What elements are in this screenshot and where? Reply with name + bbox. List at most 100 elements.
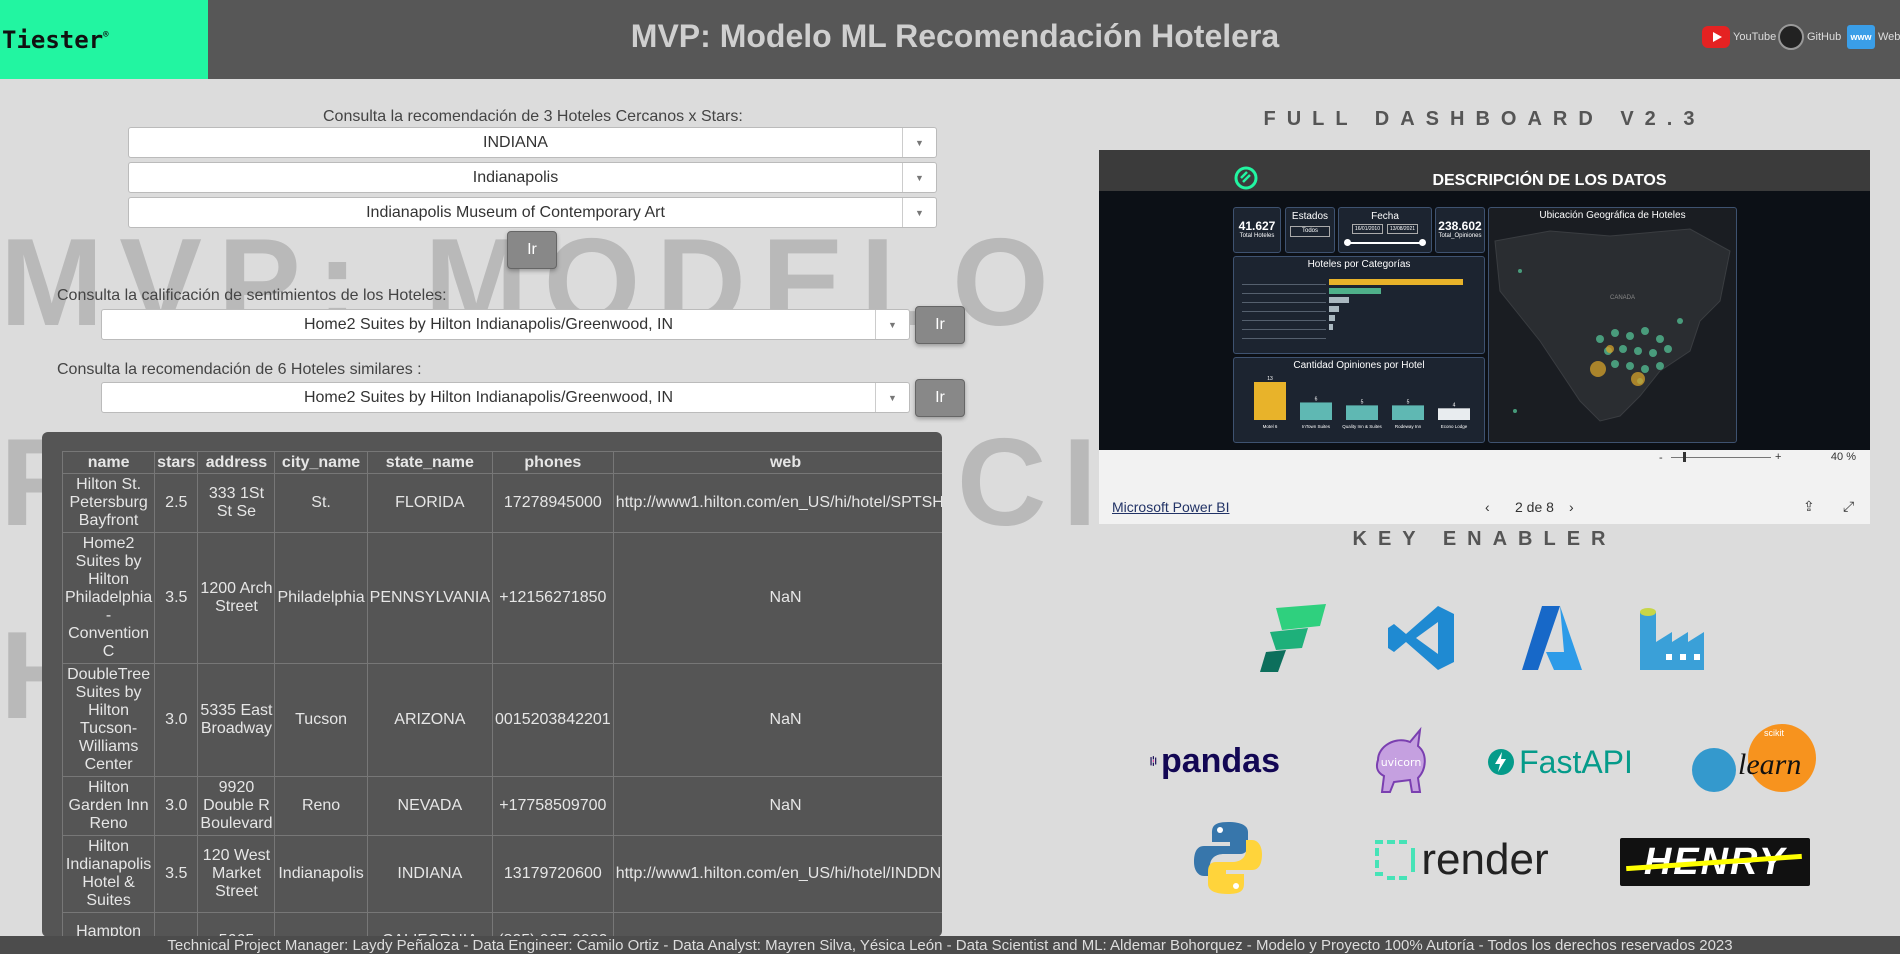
table-row: Hampton Inn Santa 5665 CALIFORNIA (805) … [61, 912, 942, 937]
share-icon[interactable]: ⇪ [1803, 498, 1815, 515]
map-label-canada: CANADA [1610, 295, 1635, 301]
powerbi-report[interactable]: DESCRIPCIÓN DE LOS DATOS 41.627 Total Ho… [1099, 150, 1870, 464]
chevron-down-icon[interactable]: ▼ [902, 128, 936, 157]
youtube-link[interactable]: YouTube [1702, 22, 1776, 52]
slider-handle[interactable] [1419, 239, 1426, 246]
henry-logo: HENRY [1620, 838, 1810, 886]
fabric-logo [1256, 602, 1328, 674]
web-link[interactable]: www Web [1847, 22, 1900, 52]
footer-credits: Technical Project Manager: Laydy Peñaloz… [0, 936, 1900, 954]
similar-go-button[interactable]: Ir [915, 379, 965, 417]
results-table: name stars address city_name state_name … [61, 451, 942, 937]
cell-stars: 3.0 [154, 663, 199, 777]
cell-address: 1200 Arch Street [197, 532, 276, 664]
chevron-down-icon[interactable]: ▼ [875, 383, 909, 412]
query-sentiment-label: Consulta la calificación de sentimientos… [57, 287, 447, 304]
slider-handle[interactable] [1344, 239, 1351, 246]
opiniones-chart[interactable]: Cantidad Opiniones por Hotel 13 Motel 6 6 I… [1233, 357, 1485, 443]
fecha-to[interactable]: 13/08/2021 [1387, 224, 1419, 234]
github-link[interactable]: GitHub [1778, 22, 1841, 52]
azure-logo [1516, 602, 1588, 674]
column-header: web [612, 451, 942, 474]
categorias-title: Hoteles por Categorías [1307, 259, 1411, 270]
date-range-slider[interactable] [1344, 239, 1426, 246]
fecha-slicer[interactable]: Fecha 16/01/2010 13/08/2021 [1338, 207, 1432, 253]
fastapi-label: FastAPI [1519, 743, 1633, 780]
query-nearby-label: Consulta la recomendación de 3 Hoteles C… [323, 108, 743, 125]
dashboard-heading: FULL DASHBOARD V2.3 [1263, 108, 1706, 130]
zoom-out-button[interactable]: - [1659, 452, 1663, 464]
uvicorn-icon: uvicorn [1375, 726, 1426, 793]
kpi-total-hotels: 41.627 Total Hoteles [1233, 207, 1281, 253]
cell-phone: 17278945000 [492, 473, 614, 533]
column-header: stars [154, 451, 199, 474]
table-row: Hilton St. Petersburg Bayfront 2.5 333 1… [61, 473, 942, 533]
fastapi-logo: FastAPI [1484, 740, 1636, 784]
cell-stars: 3.5 [154, 835, 199, 913]
similar-hotel-select[interactable]: Home2 Suites by Hilton Indianapolis/Gree… [101, 382, 910, 413]
sentiment-hotel-select[interactable]: Home2 Suites by Hilton Indianapolis/Gree… [101, 309, 910, 340]
chevron-down-icon[interactable]: ▼ [875, 310, 909, 339]
sentiment-hotel-value: Home2 Suites by Hilton Indianapolis/Gree… [303, 315, 674, 333]
fabric-icon [1260, 604, 1326, 672]
fullscreen-icon[interactable]: ⤢ [1843, 498, 1854, 515]
page-next-button[interactable]: › [1569, 499, 1574, 515]
cell-web: NaN [612, 776, 942, 836]
opinion-bar [1254, 382, 1286, 420]
opinion-bar-value: 5 [1407, 399, 1410, 405]
cell-city: Philadelphia [274, 532, 368, 664]
map-visual[interactable]: Ubicación Geográfica de Hoteles CANADA [1488, 207, 1737, 443]
fecha-label: Fecha [1371, 211, 1399, 222]
cell-stars: 2.5 [154, 473, 199, 533]
powerbi-link[interactable]: Microsoft Power BI [1112, 499, 1229, 515]
page-prev-button[interactable]: ‹ [1485, 499, 1490, 515]
cell-city: St. [274, 473, 368, 533]
sentiment-go-button[interactable]: Ir [915, 306, 965, 344]
cell-city: Indianapolis [274, 835, 368, 913]
categorias-chart[interactable]: Hoteles por Categorías [1233, 256, 1485, 354]
opiniones-title: Cantidad Opiniones por Hotel [1293, 360, 1425, 371]
category-bar [1329, 297, 1349, 303]
python-icon [1194, 822, 1262, 894]
zoom-value[interactable]: 40 % [1831, 451, 1856, 463]
cell-state: FLORIDA [366, 473, 494, 533]
youtube-label: YouTube [1733, 31, 1777, 43]
state-select[interactable]: INDIANA ▼ [128, 127, 937, 158]
github-label: GitHub [1807, 31, 1842, 43]
opinion-bar [1346, 405, 1378, 420]
vscode-logo [1386, 602, 1458, 674]
estados-slicer[interactable]: Estados Todos [1285, 207, 1335, 253]
cell-phone: +12156271850 [492, 532, 614, 664]
cell-state: PENNSYLVANIA [366, 532, 494, 664]
nearby-go-button[interactable]: Ir [507, 231, 557, 269]
city-select[interactable]: Indianapolis ▼ [128, 162, 937, 193]
cell-address: 120 West Market Street [197, 835, 276, 913]
chevron-down-icon[interactable]: ▼ [902, 163, 936, 192]
fastapi-icon [1488, 749, 1515, 775]
column-header: address [197, 451, 276, 474]
results-table-panel[interactable]: name stars address city_name state_name … [42, 432, 942, 937]
estados-dropdown[interactable]: Todos [1290, 226, 1330, 237]
zoom-in-button[interactable]: + [1775, 451, 1781, 463]
chevron-down-icon[interactable]: ▼ [902, 198, 936, 227]
place-select[interactable]: Indianapolis Museum of Contemporary Art … [128, 197, 937, 228]
state-select-value: INDIANA [483, 133, 548, 151]
powerbi-footer: Microsoft Power BI ‹ 2 de 8 › ⇪ ⤢ [1099, 464, 1870, 524]
opinion-bar-label: InTown Suites [1302, 424, 1331, 429]
cell-address: 9920 Double R Boulevard [197, 776, 276, 836]
fecha-from[interactable]: 16/01/2010 [1351, 224, 1383, 234]
opinion-bar-value: 13 [1267, 376, 1273, 382]
table-header-row: name stars address city_name state_name … [61, 451, 942, 474]
category-labels [1242, 277, 1326, 347]
zoom-bar: 40 % - + [1099, 450, 1870, 464]
uvicorn-label: uvicorn [1381, 756, 1422, 769]
pandas-logo: pandas [1150, 736, 1280, 786]
cell-web: NaN [612, 663, 942, 777]
opinion-bar-value: 5 [1361, 399, 1364, 405]
cell-phone: (805) 967-0020 [492, 912, 614, 937]
cell-name: Hampton Inn Santa [61, 912, 156, 937]
zoom-slider-handle[interactable] [1683, 452, 1686, 462]
opiniones-bars-svg: 13 Motel 6 6 InTown Suites 5 Quality Inn & Su… [1254, 376, 1470, 429]
table-row: Hilton Indianapolis Hotel & Suites 3.5 1… [61, 835, 942, 913]
zoom-slider[interactable] [1671, 457, 1771, 458]
